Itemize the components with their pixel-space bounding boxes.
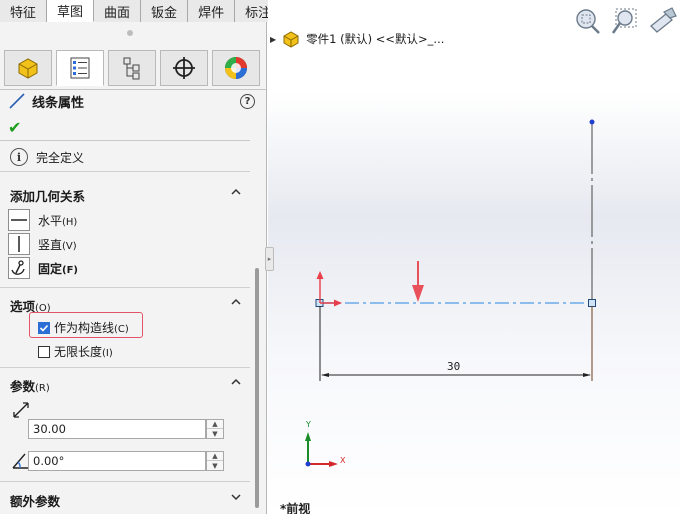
help-icon[interactable]: ? — [240, 94, 255, 109]
triad-x-label: X — [340, 456, 346, 465]
spin-up-icon[interactable]: ▲ — [207, 452, 223, 461]
extra-params-header[interactable]: 额外参数 — [10, 491, 242, 510]
property-manager-tab[interactable] — [56, 50, 104, 86]
property-content: i 完全定义 添加几何关系 水平(H) 竖直(V) 固定(F) 选项(O) 作为… — [0, 140, 250, 514]
chevron-down-icon[interactable] — [230, 491, 242, 503]
spin-down-icon[interactable]: ▼ — [207, 429, 223, 438]
manager-tabs — [0, 48, 267, 90]
property-manager-panel: 线条属性 ? ✔ i 完全定义 添加几何关系 水平(H) 竖直(V) 固定(F)… — [0, 22, 267, 514]
chevron-up-icon[interactable] — [230, 296, 242, 308]
status-message: i 完全定义 — [10, 148, 84, 166]
vertical-relation-icon — [8, 233, 30, 255]
check-icon — [39, 324, 49, 332]
parameters-title: 参数 — [10, 379, 36, 394]
extra-params-title: 额外参数 — [10, 494, 61, 509]
length-input[interactable]: 30.00 — [28, 419, 206, 439]
relation-horizontal[interactable]: 水平(H) — [8, 209, 77, 231]
display-manager-tab[interactable] — [212, 50, 260, 86]
configuration-manager-tab[interactable] — [108, 50, 156, 86]
panel-collapse-handle[interactable]: ▸ — [265, 247, 274, 271]
infinite-length-shortcut: (I) — [102, 348, 113, 359]
zoom-to-fit-icon — [576, 9, 600, 34]
dimension-value[interactable]: 30 — [447, 360, 460, 373]
feature-tree-flyout[interactable]: ▶ 零件1 (默认) <<默认>_... — [270, 30, 444, 48]
ok-checkmark-button[interactable]: ✔ — [8, 118, 21, 137]
relation-vertical-label: 竖直 — [38, 237, 63, 252]
dimxpert-manager-tab[interactable] — [160, 50, 208, 86]
parameters-shortcut: (R) — [35, 383, 50, 394]
relation-fix-shortcut: (F) — [62, 264, 78, 276]
divider — [0, 481, 250, 482]
relation-horizontal-shortcut: (H) — [62, 216, 78, 228]
tab-sheet-metal[interactable]: 钣金 — [141, 0, 189, 22]
triad-y-label: Y — [306, 420, 311, 429]
zoom-to-area-button[interactable] — [610, 6, 640, 36]
previous-view-icon — [650, 7, 677, 33]
relation-fix[interactable]: 固定(F) — [8, 257, 78, 279]
length-spinner[interactable]: ▲ ▼ — [206, 419, 224, 439]
relation-vertical[interactable]: 竖直(V) — [8, 233, 77, 255]
divider — [0, 287, 250, 288]
construction-checkbox[interactable] — [38, 321, 50, 334]
chevron-up-icon[interactable] — [230, 186, 242, 198]
tab-weldments[interactable]: 焊件 — [188, 0, 236, 22]
spin-up-icon[interactable]: ▲ — [207, 420, 223, 429]
chevron-up-icon[interactable] — [230, 376, 242, 388]
zoom-to-area-icon — [611, 8, 637, 34]
scrollbar-thumb[interactable] — [255, 268, 259, 508]
tab-features[interactable]: 特征 — [0, 0, 48, 22]
view-orientation-label: *前视 — [280, 502, 311, 514]
tab-surfaces[interactable]: 曲面 — [94, 0, 142, 22]
relation-vertical-shortcut: (V) — [62, 240, 77, 252]
tree-part-label: 零件1 (默认) <<默认>_... — [306, 32, 445, 46]
infinite-length-checkbox-row[interactable]: 无限长度(I) — [38, 343, 113, 360]
feature-manager-tab[interactable] — [4, 50, 52, 86]
length-icon — [13, 402, 29, 418]
zoom-to-fit-button[interactable] — [572, 6, 602, 36]
appearance-sphere-icon — [225, 57, 247, 79]
previous-view-button[interactable] — [648, 6, 678, 36]
construction-shortcut: (C) — [114, 324, 129, 335]
add-relations-header[interactable]: 添加几何关系 — [10, 186, 242, 205]
expand-arrow-icon[interactable]: ▶ — [270, 35, 276, 44]
divider — [0, 367, 250, 368]
angle-input[interactable]: 0.00° — [28, 451, 206, 471]
crosshair-icon — [173, 57, 195, 79]
part-icon — [283, 31, 299, 48]
property-manager-title: 线条属性 — [8, 92, 85, 111]
parameters-header[interactable]: 参数(R) — [10, 376, 242, 395]
relation-fix-label: 固定 — [38, 261, 63, 276]
status-message-text: 完全定义 — [36, 150, 85, 165]
list-properties-icon — [70, 57, 90, 79]
panel-scrollbar[interactable] — [252, 140, 264, 514]
relation-horizontal-label: 水平 — [38, 213, 63, 228]
divider — [0, 171, 250, 172]
property-manager-title-text: 线条属性 — [32, 95, 85, 111]
configuration-tree-icon — [123, 57, 140, 80]
info-icon: i — [10, 148, 28, 166]
line-icon — [9, 93, 25, 109]
construction-checkbox-row[interactable]: 作为构造线(C) — [38, 319, 129, 336]
infinite-length-checkbox[interactable] — [38, 345, 50, 358]
horizontal-relation-icon — [8, 209, 30, 231]
part-icon — [18, 58, 38, 79]
graphics-area[interactable] — [268, 0, 680, 514]
splitter-handle[interactable] — [127, 30, 133, 36]
anchor-icon — [8, 257, 30, 279]
spin-down-icon[interactable]: ▼ — [207, 461, 223, 470]
construction-label: 作为构造线 — [54, 321, 115, 335]
infinite-length-label: 无限长度 — [54, 345, 103, 359]
angle-spinner[interactable]: ▲ ▼ — [206, 451, 224, 471]
add-relations-title: 添加几何关系 — [10, 189, 86, 204]
tab-sketch[interactable]: 草图 — [47, 0, 95, 22]
length-param-row — [10, 399, 34, 421]
